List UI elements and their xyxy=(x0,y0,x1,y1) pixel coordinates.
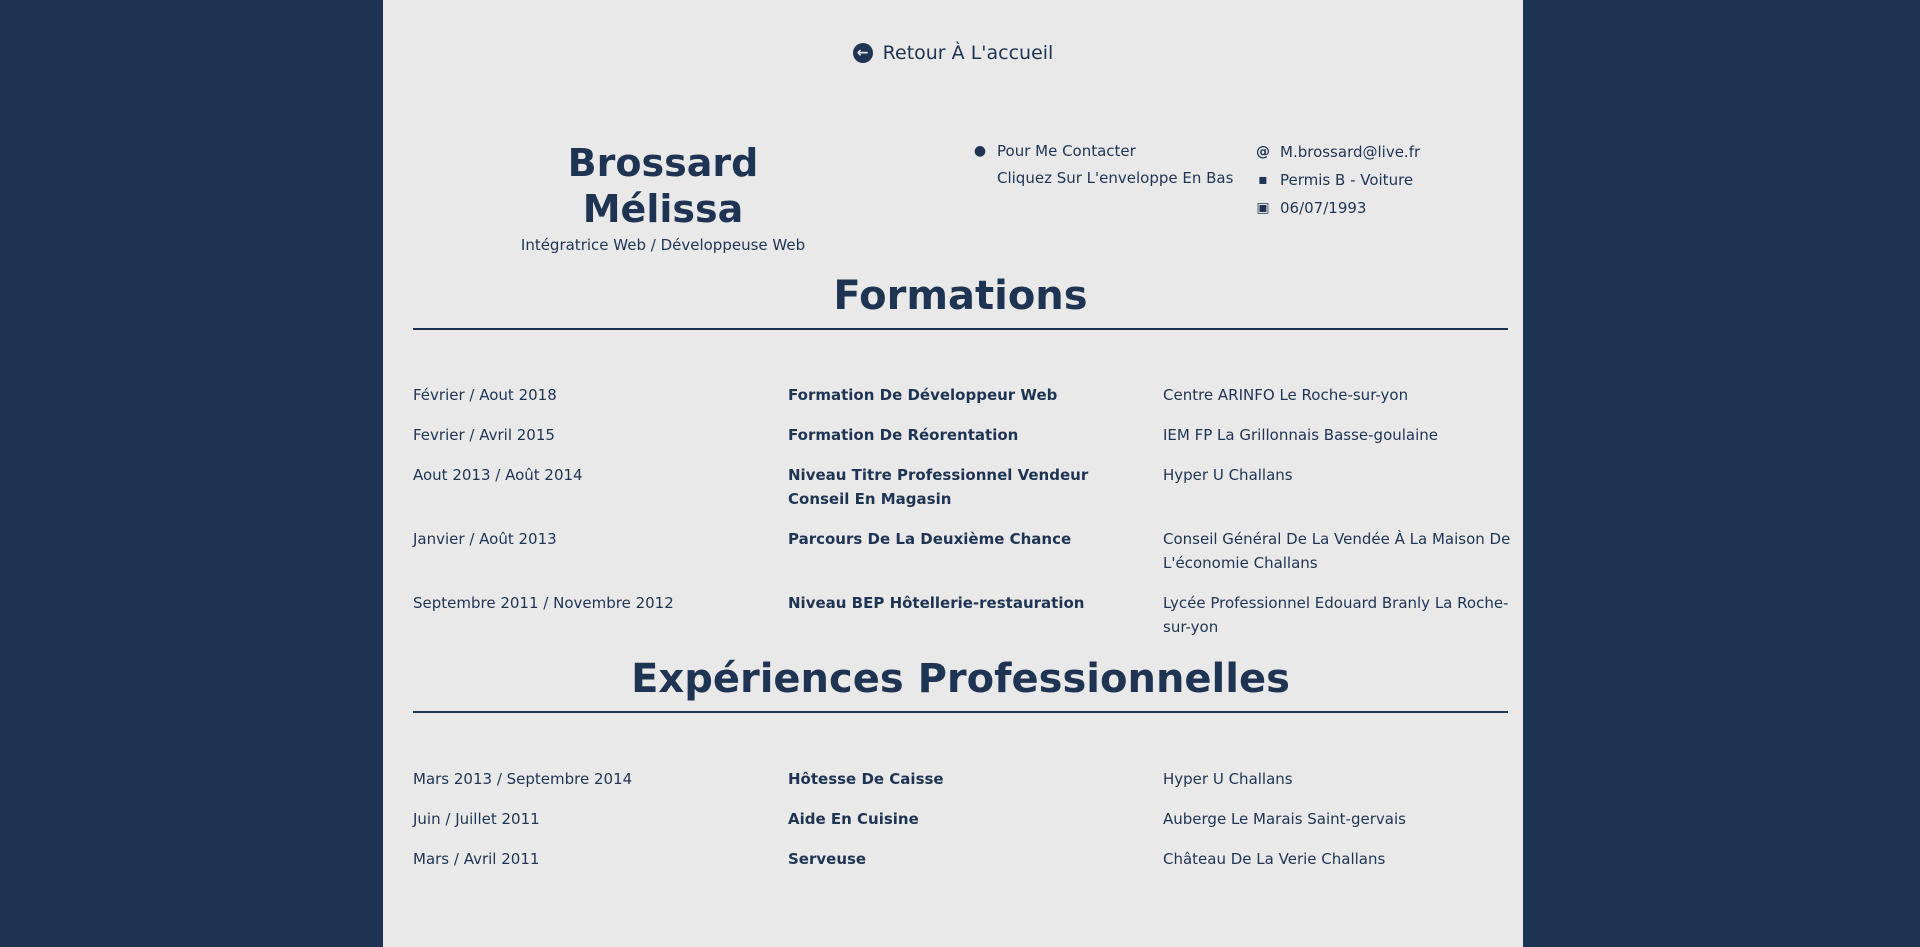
formations-table: Février / Aout 2018 Formation De Dévelop… xyxy=(413,383,1513,655)
profile-name: Brossard Mélissa xyxy=(567,141,759,231)
table-row: Aout 2013 / Août 2014 Niveau Titre Profe… xyxy=(413,463,1513,511)
profile-role: Intégratrice Web / Développeuse Web xyxy=(520,236,806,254)
row-title: Formation De Réorentation xyxy=(788,426,1019,444)
row-title: Niveau Titre Professionnel Vendeur Conse… xyxy=(788,466,1089,508)
table-row: Juin / Juillet 2011 Aide En Cuisine Aube… xyxy=(413,807,1513,831)
table-row: Fevrier / Avril 2015 Formation De Réoren… xyxy=(413,423,1513,447)
row-title: Niveau BEP Hôtellerie-restauration xyxy=(788,594,1085,612)
row-title: Hôtesse De Caisse xyxy=(788,770,944,788)
email-text: M.brossard@live.fr xyxy=(1280,143,1421,161)
table-row: Février / Aout 2018 Formation De Dévelop… xyxy=(413,383,1513,407)
table-row: Mars 2013 / Septembre 2014 Hôtesse De Ca… xyxy=(413,767,1513,791)
row-date: Septembre 2011 / Novembre 2012 xyxy=(413,594,674,612)
row-title: Serveuse xyxy=(788,850,867,868)
at-icon: @ xyxy=(1256,144,1270,160)
back-label: Retour À L'accueil xyxy=(882,42,1054,64)
row-date: Février / Aout 2018 xyxy=(413,386,557,404)
row-place: Lycée Professionnel Edouard Branly La Ro… xyxy=(1163,594,1509,636)
car-icon: ▪ xyxy=(1258,172,1268,188)
row-title: Aide En Cuisine xyxy=(788,810,919,828)
row-date: Juin / Juillet 2011 xyxy=(413,810,540,828)
personal-info: @ M.brossard@live.fr ▪ Permis B - Voitur… xyxy=(1256,138,1420,222)
row-date: Fevrier / Avril 2015 xyxy=(413,426,555,444)
back-to-home-link[interactable]: ← Retour À L'accueil xyxy=(383,42,1523,64)
map-marker-icon: ● xyxy=(973,143,987,159)
contact-line-2: Cliquez Sur L'enveloppe En Bas xyxy=(997,169,1234,187)
contact-line-1: Pour Me Contacter xyxy=(997,142,1136,160)
arrow-circle-left-icon: ← xyxy=(852,43,873,63)
formations-title: Formations xyxy=(413,272,1508,330)
table-row: Mars / Avril 2011 Serveuse Château De La… xyxy=(413,847,1513,871)
row-place: Centre ARINFO Le Roche-sur-yon xyxy=(1163,386,1409,404)
row-date: Aout 2013 / Août 2014 xyxy=(413,466,583,484)
table-row: Septembre 2011 / Novembre 2012 Niveau BE… xyxy=(413,591,1513,639)
profile-header: Brossard Mélissa Intégratrice Web / Déve… xyxy=(513,140,813,254)
row-date: Mars / Avril 2011 xyxy=(413,850,540,868)
contact-block: ● Pour Me Contacter Cliquez Sur L'envelo… xyxy=(973,138,1234,192)
row-place: Hyper U Challans xyxy=(1163,466,1293,484)
row-place: Hyper U Challans xyxy=(1163,770,1293,788)
cv-page: ← Retour À L'accueil Brossard Mélissa In… xyxy=(383,0,1523,947)
row-title: Formation De Développeur Web xyxy=(788,386,1058,404)
row-date: Janvier / Août 2013 xyxy=(413,530,557,548)
experiences-table: Mars 2013 / Septembre 2014 Hôtesse De Ca… xyxy=(413,767,1513,887)
permis-text: Permis B - Voiture xyxy=(1280,171,1414,189)
experiences-title: Expériences Professionnelles xyxy=(413,655,1508,713)
birthday-cake-icon: ▣ xyxy=(1256,200,1270,216)
row-place: IEM FP La Grillonnais Basse-goulaine xyxy=(1163,426,1439,444)
row-date: Mars 2013 / Septembre 2014 xyxy=(413,770,633,788)
row-title: Parcours De La Deuxième Chance xyxy=(788,530,1072,548)
table-row: Janvier / Août 2013 Parcours De La Deuxi… xyxy=(413,527,1513,575)
birthdate-text: 06/07/1993 xyxy=(1280,199,1367,217)
row-place: Château De La Verie Challans xyxy=(1163,850,1386,868)
row-place: Conseil Général De La Vendée À La Maison… xyxy=(1163,530,1511,572)
row-place: Auberge Le Marais Saint-gervais xyxy=(1163,810,1406,828)
